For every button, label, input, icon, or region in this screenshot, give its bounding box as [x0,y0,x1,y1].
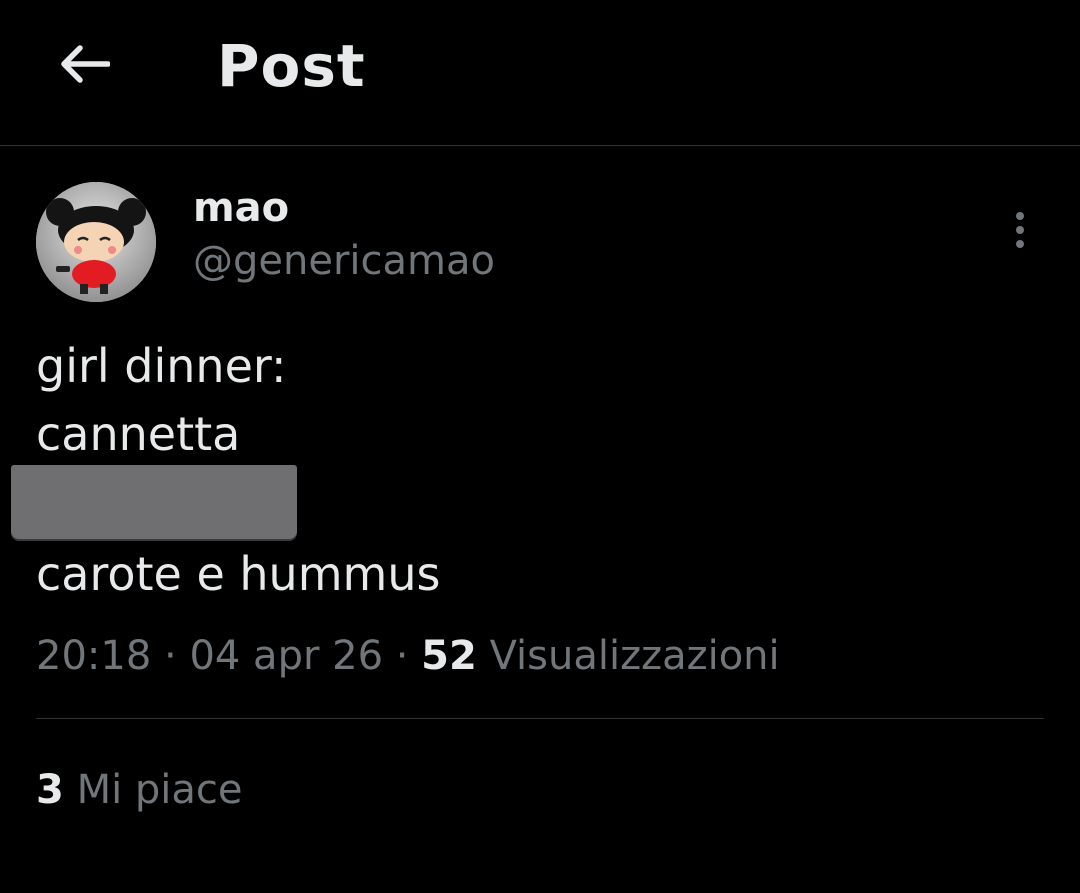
author-handle[interactable]: @genericamao [193,236,495,286]
more-vertical-icon [1016,212,1024,220]
likes-link[interactable]: 3 Mi piace [36,764,243,816]
tweet-text-line: girl dinner: [36,339,287,393]
divider [36,718,1044,719]
top-bar: Post [0,0,1080,146]
more-vertical-icon-dot [1016,240,1024,248]
tweet-text-line: cannetta [36,407,241,461]
page-title: Post [217,32,366,100]
meta-separator: · [395,633,409,679]
post-time[interactable]: 20:18 [36,633,151,679]
author-display-name[interactable]: mao [193,183,289,233]
tweet-text-line: carote e hummus [36,547,441,601]
back-button[interactable] [52,32,116,96]
redacted-text-block [11,465,297,539]
likes-count: 3 [36,767,64,813]
arrow-left-icon [61,45,110,83]
likes-label: Mi piace [76,767,243,813]
avatar[interactable] [36,182,156,302]
meta-separator: · [164,633,177,679]
post-date[interactable]: 04 apr 26 [189,633,383,679]
views-label: Visualizzazioni [489,633,780,679]
views-count: 52 [421,633,477,679]
post-meta: 20:18 · 04 apr 26 · 52 Visualizzazioni [36,630,780,682]
pucca-avatar-icon [36,182,156,302]
more-vertical-icon-dot [1016,226,1024,234]
more-options-button[interactable] [996,206,1044,254]
